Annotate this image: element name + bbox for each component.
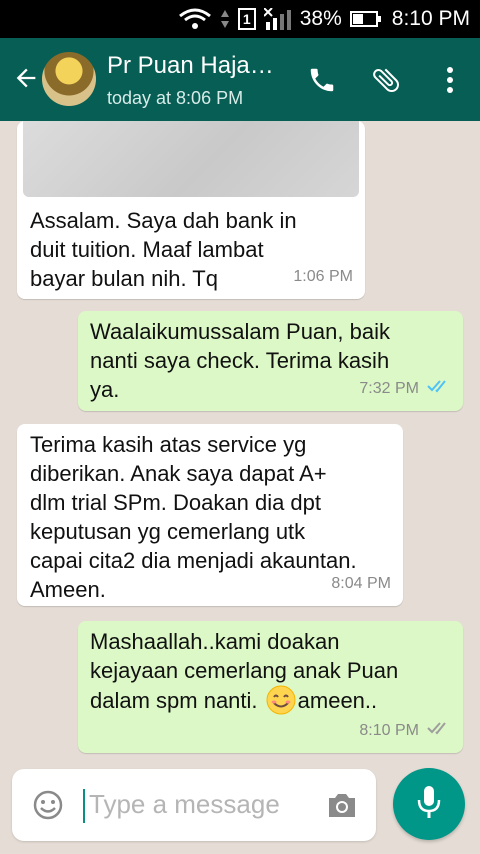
message-line: dalam spm nanti. ameen.. (90, 685, 398, 715)
message-time: 7:32 PM (359, 380, 419, 397)
signal-icon (263, 8, 292, 30)
clock: 8:10 PM (391, 7, 470, 30)
message-meta: 7:32 PM (359, 374, 451, 403)
battery-percent: 38% (299, 7, 342, 30)
call-icon[interactable] (304, 62, 340, 98)
header-actions (304, 62, 468, 98)
conversation[interactable]: Assalam. Saya dah bank in duit tuition. … (0, 121, 480, 854)
text-cursor (83, 789, 85, 823)
message-line-part: ameen.. (297, 687, 378, 713)
message-outgoing[interactable]: Mashaallah..kami doakan kejayaan cemerla… (78, 621, 463, 753)
data-arrows-icon (220, 9, 230, 29)
message-incoming[interactable]: Terima kasih atas service yg diberikan. … (17, 424, 403, 606)
back-arrow-icon[interactable] (8, 58, 44, 98)
message-text: Mashaallah..kami doakan kejayaan cemerla… (90, 627, 398, 715)
message-outgoing[interactable]: Waalaikumussalam Puan, baik nanti saya c… (78, 311, 463, 411)
double-check-icon (427, 716, 451, 745)
avatar[interactable] (42, 52, 96, 106)
last-seen: today at 8:06 PM (107, 88, 244, 108)
wifi-icon (178, 8, 212, 30)
status-bar: 1 38% 8:10 PM (0, 0, 480, 38)
double-check-read-icon (427, 374, 451, 403)
attach-icon[interactable] (368, 62, 404, 98)
message-time: 8:10 PM (359, 722, 419, 739)
message-input[interactable]: Type a message (89, 789, 280, 820)
sim-icon: 1 (237, 8, 256, 30)
chat-header: Pr Puan Haja… today at 8:06 PM (0, 38, 480, 121)
message-meta: 1:06 PM (293, 262, 353, 291)
message-meta: 8:04 PM (331, 569, 391, 598)
message-time: 1:06 PM (293, 268, 353, 285)
contact-name[interactable]: Pr Puan Haja… (107, 52, 274, 80)
message-line: kejayaan cemerlang anak Puan (90, 658, 399, 683)
message-time: 8:04 PM (331, 575, 391, 592)
mic-icon (416, 784, 442, 825)
smiling-emoji-icon (266, 685, 296, 715)
message-text: Terima kasih atas service yg diberikan. … (30, 432, 357, 602)
message-incoming[interactable]: Assalam. Saya dah bank in duit tuition. … (17, 121, 365, 299)
more-vert-icon[interactable] (432, 62, 468, 98)
image-attachment[interactable] (23, 121, 359, 197)
message-meta: 8:10 PM (359, 716, 451, 745)
camera-icon[interactable] (326, 791, 358, 824)
message-text: Assalam. Saya dah bank in duit tuition. … (30, 208, 297, 291)
mic-button[interactable] (393, 768, 465, 840)
message-line: Mashaallah..kami doakan (90, 629, 340, 654)
message-line-part: dalam spm nanti. (90, 687, 264, 713)
message-composer[interactable]: Type a message (12, 769, 376, 841)
message-text: Waalaikumussalam Puan, baik nanti saya c… (90, 319, 390, 402)
battery-icon (349, 11, 381, 27)
emoji-icon[interactable] (32, 789, 64, 826)
